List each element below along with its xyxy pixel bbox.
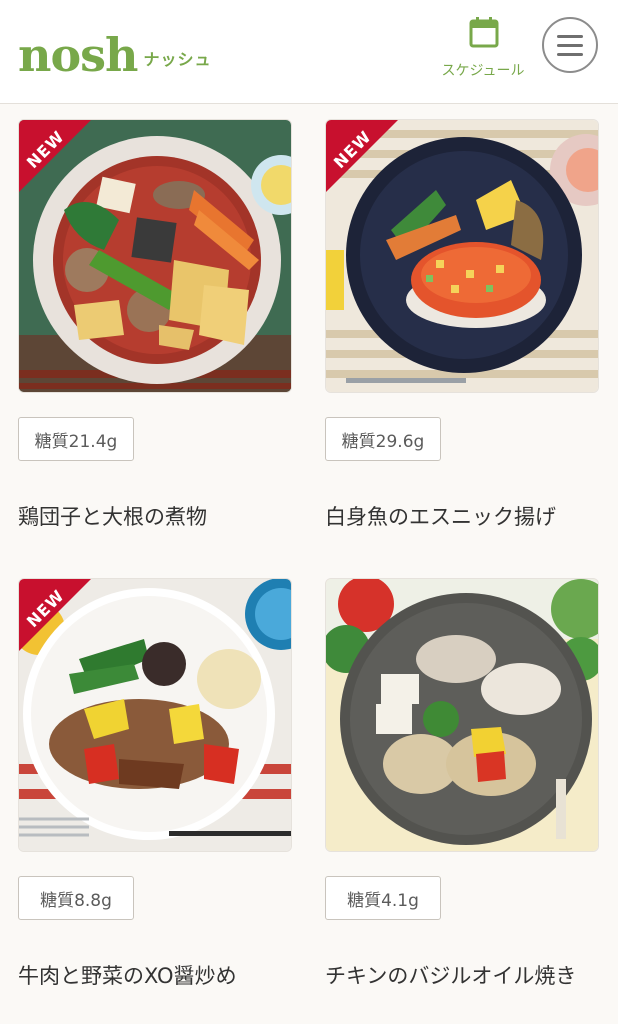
new-ribbon: NEW — [326, 120, 416, 210]
schedule-button[interactable]: スケジュール — [428, 14, 538, 84]
menu-button[interactable] — [542, 17, 598, 73]
product-name: 鶏団子と大根の煮物 — [18, 505, 207, 529]
schedule-label: スケジュール — [441, 63, 525, 79]
nosh-logo[interactable]: nosh ナッシュ — [18, 22, 211, 78]
hamburger-menu-icon — [557, 35, 583, 38]
carb-badge: 糖質29.6g — [325, 417, 441, 461]
product-name: 牛肉と野菜のXO醤炒め — [18, 964, 237, 988]
new-ribbon: NEW — [19, 579, 109, 669]
carb-badge: 糖質8.8g — [18, 876, 134, 920]
product-image: NEW — [18, 119, 292, 393]
carb-badge: 糖質21.4g — [18, 417, 134, 461]
product-name: チキンのバジルオイル焼き — [325, 964, 577, 988]
product-grid: NEW 糖質21.4g 鶏団子と大根の煮物 NEW 糖質29.6g 白身魚のエス… — [0, 105, 618, 1024]
site-header: nosh ナッシュ スケジュール — [0, 0, 618, 104]
product-image: NEW — [18, 578, 292, 852]
product-image — [325, 578, 599, 852]
product-name: 白身魚のエスニック揚げ — [325, 505, 556, 529]
new-ribbon: NEW — [19, 120, 109, 210]
logo-wordmark: nosh — [18, 28, 138, 82]
product-image: NEW — [325, 119, 599, 393]
carb-badge: 糖質4.1g — [325, 876, 441, 920]
logo-katakana: ナッシュ — [143, 50, 212, 69]
calendar-icon — [469, 17, 499, 48]
